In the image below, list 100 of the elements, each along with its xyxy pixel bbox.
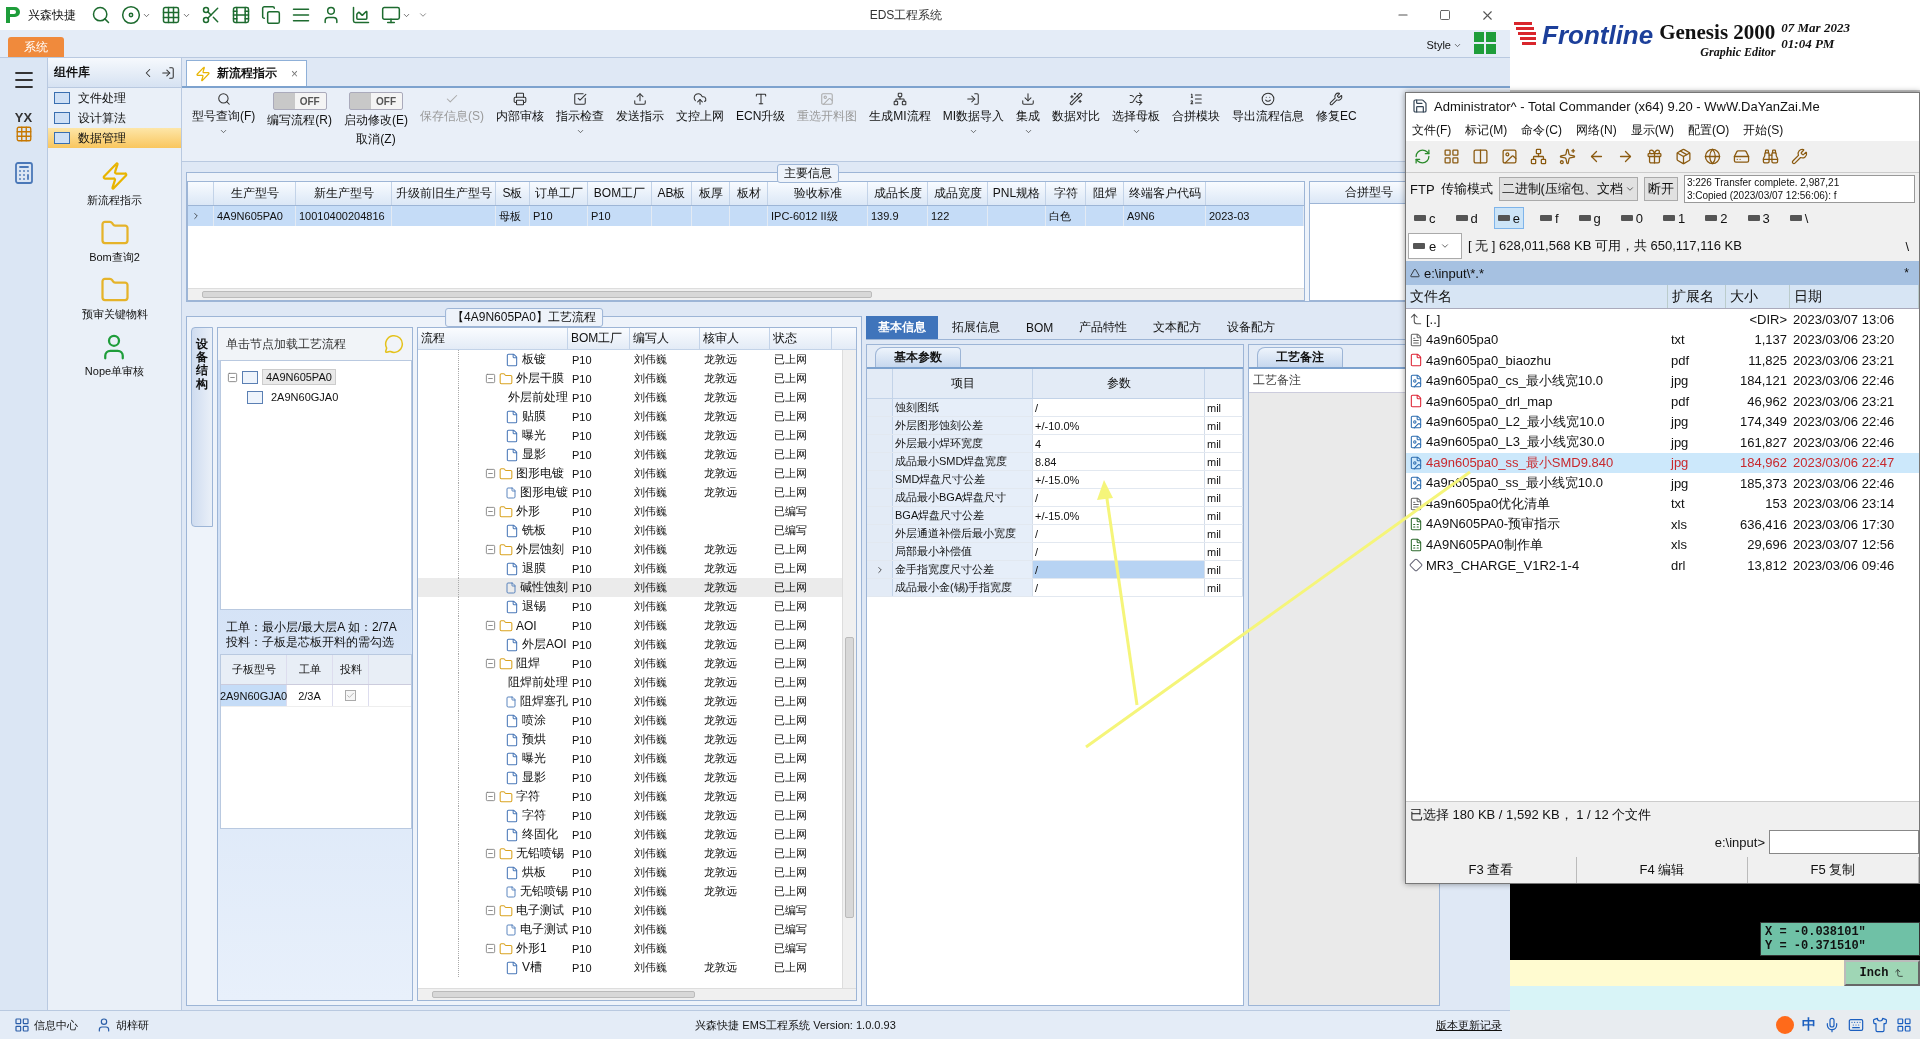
grid-icon[interactable]: [1896, 1016, 1912, 1033]
detail-tab[interactable]: 文本配方: [1141, 316, 1214, 339]
module-button[interactable]: YX: [12, 108, 35, 145]
launcher-button[interactable]: Bom查询2: [83, 217, 146, 266]
toolbar-button[interactable]: 内部审核: [492, 92, 548, 125]
flow-row[interactable]: 外形1 P10 刘伟巍 已编写: [418, 939, 842, 958]
column-header[interactable]: 终端客户代码: [1124, 182, 1206, 205]
column-header[interactable]: 投料: [333, 655, 369, 684]
file-row[interactable]: 4a9n605pa0 txt 1,137 2023/03/06 23:20: [1406, 329, 1919, 350]
flow-row[interactable]: 烘板 P10 刘伟巍 龙敦远 已上网: [418, 863, 842, 882]
menu-item[interactable]: 标记(M): [1465, 121, 1508, 139]
command-field[interactable]: [1769, 830, 1919, 854]
disconnect-button[interactable]: 断开: [1643, 177, 1678, 201]
toolbar-button[interactable]: [1760, 146, 1781, 167]
flow-row[interactable]: 无铅喷锡 P10 刘伟巍 龙敦远 已上网: [418, 882, 842, 901]
collapse-icon[interactable]: [485, 905, 496, 916]
toolbar-button[interactable]: [1644, 146, 1665, 167]
detail-tab[interactable]: BOM: [1014, 316, 1066, 339]
column-header[interactable]: 升级前旧生产型号: [392, 182, 496, 205]
horizontal-scrollbar[interactable]: [418, 988, 856, 1000]
toolbar-button[interactable]: 合拼模块: [1168, 92, 1225, 125]
menu-item[interactable]: 配置(O): [1688, 121, 1730, 139]
flow-row[interactable]: 喷涂 P10 刘伟巍 龙敦远 已上网: [418, 711, 842, 730]
column-header[interactable]: 核审人: [700, 328, 770, 349]
tree-node[interactable]: 4A9N605PA0: [262, 369, 336, 385]
file-row[interactable]: 4a9n605pa0_L3_最小线宽30.0 jpg 161,827 2023/03/06 22:46: [1406, 432, 1919, 453]
toolbar-button[interactable]: 发送指示: [612, 92, 668, 125]
menu-item[interactable]: 网络(N): [1576, 121, 1617, 139]
column-header[interactable]: 参数: [1033, 369, 1205, 398]
flow-row[interactable]: 外层干膜 P10 刘伟巍 龙敦远 已上网: [418, 369, 842, 388]
flow-row[interactable]: 显影 P10 刘伟巍 龙敦远 已上网: [418, 445, 842, 464]
toggle-button[interactable]: OFF 编写流程(R): [263, 92, 336, 129]
function-key-button[interactable]: F3 查看: [1406, 857, 1577, 883]
column-header[interactable]: 新生产型号: [296, 182, 392, 205]
drive-button[interactable]: 2: [1701, 207, 1732, 229]
shirt-icon[interactable]: [1872, 1016, 1888, 1033]
toolbar-button[interactable]: MI数据导入: [938, 92, 1009, 136]
file-row[interactable]: [..] <DIR> 2023/03/07 13:06: [1406, 309, 1919, 330]
toolbar-button[interactable]: [1470, 146, 1491, 167]
param-row[interactable]: 外层最小焊环宽度 4 mil: [867, 435, 1243, 453]
flow-row[interactable]: 贴膜 P10 刘伟巍 龙敦远 已上网: [418, 407, 842, 426]
launcher-button[interactable]: 预审关键物料: [75, 274, 154, 323]
launcher-button[interactable]: 新流程指示: [81, 160, 148, 209]
collapse-icon[interactable]: [485, 658, 496, 669]
flow-row[interactable]: 电子测试 P10 刘伟巍 已编写: [418, 920, 842, 939]
flow-row[interactable]: V槽 P10 刘伟巍 龙敦远 已上网: [418, 958, 842, 977]
param-row[interactable]: 外层通道补偿后最小宽度 / mil: [867, 525, 1243, 543]
toolbar-button[interactable]: 集成: [1012, 92, 1045, 136]
collapse-icon[interactable]: [485, 620, 496, 631]
flow-row[interactable]: 阻焊塞孔 P10 刘伟巍 龙敦远 已上网: [418, 692, 842, 711]
param-row[interactable]: 成品最小BGA焊盘尺寸 / mil: [867, 489, 1243, 507]
toolbar-button[interactable]: [1557, 146, 1578, 167]
collapse-icon[interactable]: [485, 468, 496, 479]
toolbar-button[interactable]: [1673, 146, 1694, 167]
flow-row[interactable]: 字符 P10 刘伟巍 龙敦远 已上网: [418, 787, 842, 806]
flow-row[interactable]: 曝光 P10 刘伟巍 龙敦远 已上网: [418, 426, 842, 445]
toolbar-button[interactable]: 指示检查: [552, 92, 608, 136]
param-row[interactable]: 成品最小SMD焊盘宽度 8.84 mil: [867, 453, 1243, 471]
drive-button[interactable]: 1: [1659, 207, 1690, 229]
flow-row[interactable]: 板镀 P10 刘伟巍 龙敦远 已上网: [418, 350, 842, 369]
vertical-scrollbar[interactable]: [842, 350, 856, 988]
toggle-switch[interactable]: OFF: [349, 92, 403, 110]
detail-tab[interactable]: 设备配方: [1215, 316, 1288, 339]
vertical-tab[interactable]: 设备结构: [191, 327, 213, 527]
ime-mode[interactable]: 中: [1802, 1015, 1816, 1034]
file-row[interactable]: 4a9n605pa0_ss_最小SMD9.840 jpg 184,962 2023/03/06 22:47: [1406, 452, 1919, 473]
param-row[interactable]: 金手指宽度尺寸公差 / mil: [867, 561, 1243, 579]
dropdown-icon[interactable]: [1410, 268, 1420, 278]
pin-icon[interactable]: [161, 65, 175, 80]
drive-button[interactable]: 3: [1743, 207, 1774, 229]
detail-tab[interactable]: 基本信息: [866, 316, 938, 339]
library-menu-item[interactable]: 文件处理: [48, 88, 181, 108]
column-header[interactable]: 状态: [770, 328, 832, 349]
drive-button[interactable]: c: [1410, 207, 1440, 229]
param-row[interactable]: SMD焊盘尺寸公差 +/-15.0% mil: [867, 471, 1243, 489]
collapse-icon[interactable]: [485, 791, 496, 802]
function-key-button[interactable]: F4 编辑: [1577, 857, 1748, 883]
units-button[interactable]: Inch: [1844, 960, 1920, 986]
column-header[interactable]: BOM工厂: [568, 328, 630, 349]
drive-button[interactable]: e: [1493, 207, 1524, 229]
toggle-button[interactable]: OFF 启动修改(E) 取消(Z): [340, 92, 412, 148]
flow-row[interactable]: 外层前处理 P10 刘伟巍 龙敦远 已上网: [418, 388, 842, 407]
file-row[interactable]: 4A9N605PA0-预审指示 xls 636,416 2023/03/06 17:30: [1406, 514, 1919, 535]
flow-row[interactable]: 字符 P10 刘伟巍 龙敦远 已上网: [418, 806, 842, 825]
launcher-button[interactable]: Nope单审核: [78, 331, 151, 380]
microphone-icon[interactable]: [1824, 1016, 1840, 1033]
table-row[interactable]: 4A9N605PA0 10010400204816 母板 P10 P10 IPC-6012 II级 139.9 122 白色 A9N6 2023-03: [188, 206, 1304, 226]
horizontal-scrollbar[interactable]: [188, 288, 1304, 300]
file-row[interactable]: 4a9n605pa0_L2_最小线宽10.0 jpg 174,349 2023/03/06 22:46: [1406, 411, 1919, 432]
root-button[interactable]: \: [1897, 238, 1917, 254]
flow-row[interactable]: 外层AOI P10 刘伟巍 龙敦远 已上网: [418, 635, 842, 654]
tree-node[interactable]: 2A9N60GJA0: [267, 389, 343, 405]
toolbar-button[interactable]: ECN升级: [732, 92, 790, 125]
file-row[interactable]: 4a9n605pa0优化清单 txt 153 2023/03/06 23:14: [1406, 493, 1919, 514]
drive-dropdown[interactable]: e: [1408, 233, 1462, 259]
library-menu-item[interactable]: 设计算法: [48, 108, 181, 128]
status-item[interactable]: 信息中心: [8, 1016, 84, 1034]
param-row[interactable]: BGA焊盘尺寸公差 +/-15.0% mil: [867, 507, 1243, 525]
flow-row[interactable]: 阻焊 P10 刘伟巍 龙敦远 已上网: [418, 654, 842, 673]
flow-row[interactable]: 图形电镀 P10 刘伟巍 龙敦远 已上网: [418, 483, 842, 502]
